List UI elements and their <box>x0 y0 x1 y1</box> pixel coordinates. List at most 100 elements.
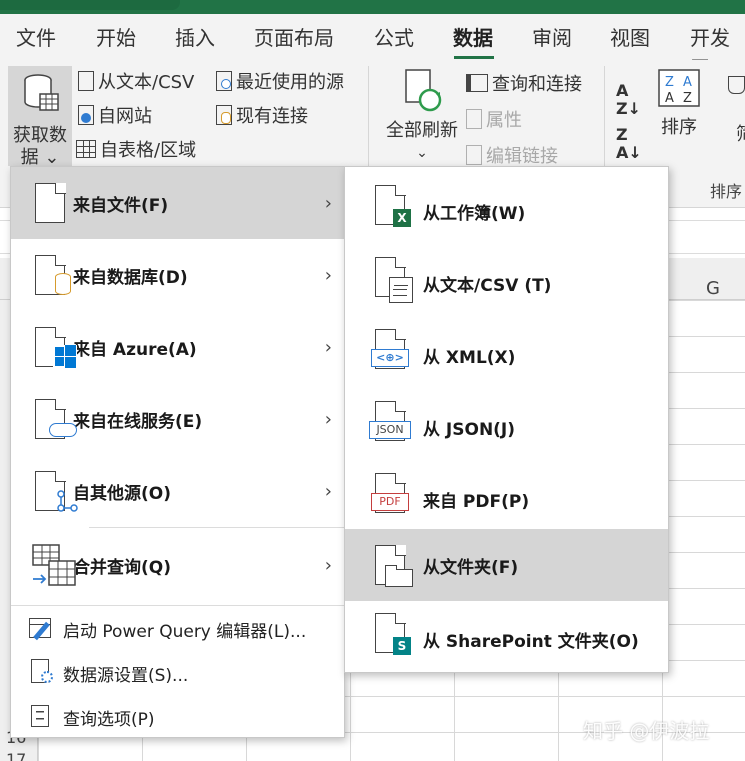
database-icon <box>11 239 73 311</box>
column-header-g[interactable]: G <box>706 278 720 299</box>
recent-sources-icon <box>216 71 232 91</box>
menu-divider <box>11 605 344 606</box>
properties-icon <box>466 109 482 129</box>
menu-item-label: 来自文件(F) <box>73 195 169 216</box>
submenu-item-from-json[interactable]: JSON 从 JSON(J) <box>345 391 668 463</box>
menu-item-query-options[interactable]: 查询选项(P) <box>11 695 344 739</box>
submenu-item-from-folder[interactable]: 从文件夹(F) <box>345 529 668 601</box>
sort-az-button[interactable]: A Z↓ <box>616 82 641 118</box>
submenu-item-from-pdf[interactable]: PDF 来自 PDF(P) <box>345 463 668 535</box>
menu-item-from-azure[interactable]: 来自 Azure(A) › <box>11 311 344 383</box>
submenu-item-label: 从 JSON(J) <box>423 419 516 440</box>
combine-queries-icon <box>11 529 76 601</box>
menu-item-data-source-settings[interactable]: 数据源设置(S)... <box>11 651 344 695</box>
recent-sources-label: 最近使用的源 <box>236 72 344 93</box>
menu-item-from-other-sources[interactable]: 自其他源(O) › <box>11 455 344 527</box>
submenu-item-label: 从 XML(X) <box>423 347 516 368</box>
sort-descending-icon: Z A↓ <box>616 125 642 162</box>
menu-item-label: 来自数据库(D) <box>73 267 188 288</box>
chevron-right-icon: › <box>324 336 332 358</box>
menu-item-label: 来自在线服务(E) <box>73 411 203 432</box>
xml-icon: <⊕> <box>345 319 423 391</box>
edit-links-label: 编辑链接 <box>486 146 558 167</box>
svg-text:A: A <box>683 75 692 90</box>
sort-group-label: 排序 <box>710 182 743 201</box>
filter-label-partial: 筛 <box>736 120 745 146</box>
menu-item-label: 数据源设置(S)... <box>63 665 189 686</box>
chevron-right-icon: › <box>324 192 332 214</box>
menu-item-from-online-services[interactable]: 来自在线服务(E) › <box>11 383 344 455</box>
sort-label: 排序 <box>661 117 697 138</box>
tab-home[interactable]: 开始 <box>96 22 136 51</box>
menu-item-label: 启动 Power Query 编辑器(L)... <box>63 621 307 642</box>
menu-item-label: 查询选项(P) <box>63 709 155 730</box>
menu-item-combine-queries[interactable]: 合并查询(Q) › <box>11 529 344 601</box>
tab-view[interactable]: 视图 <box>610 22 650 51</box>
chevron-right-icon: › <box>324 264 332 286</box>
table-icon <box>76 140 96 158</box>
submenu-item-from-text-csv[interactable]: 从文本/CSV (T) <box>345 247 668 319</box>
existing-connections-label: 现有连接 <box>236 106 308 127</box>
ribbon-tabs: 文件 开始 插入 页面布局 公式 数据 审阅 视图 开发工 <box>0 14 745 79</box>
get-data-menu: 来自文件(F) › 来自数据库(D) › 来自 Azure(A) › 来自在线服… <box>10 166 345 738</box>
svg-text:A: A <box>665 91 674 106</box>
ribbon-separator <box>604 66 605 166</box>
tab-data[interactable]: 数据 <box>453 22 493 51</box>
sharepoint-icon: S <box>345 603 423 675</box>
online-service-icon <box>11 383 77 455</box>
text-csv-icon <box>345 247 423 319</box>
filter-label: 筛 <box>736 120 745 146</box>
menu-item-launch-power-query[interactable]: 启动 Power Query 编辑器(L)... <box>11 607 344 651</box>
edit-links-button[interactable]: 编辑链接 <box>466 142 558 168</box>
tab-insert[interactable]: 插入 <box>175 22 215 51</box>
submenu-item-from-xml[interactable]: <⊕> 从 XML(X) <box>345 319 668 391</box>
ribbon-separator <box>368 66 369 166</box>
chevron-right-icon: › <box>324 408 332 430</box>
chevron-right-icon: › <box>324 480 332 502</box>
submenu-item-label: 从工作簿(W) <box>423 203 526 224</box>
from-table-button[interactable]: 自表格/区域 <box>76 136 196 162</box>
text-file-icon <box>78 71 94 91</box>
menu-divider <box>89 527 344 528</box>
properties-button[interactable]: 属性 <box>466 106 522 132</box>
submenu-item-label: 从文件夹(F) <box>423 557 519 578</box>
tab-formulas[interactable]: 公式 <box>374 22 414 51</box>
submenu-item-from-sharepoint-folder[interactable]: S 从 SharePoint 文件夹(O) <box>345 603 668 675</box>
query-options-icon <box>11 695 63 739</box>
queries-connections-label: 查询和连接 <box>492 74 582 95</box>
file-icon <box>11 167 73 239</box>
tab-review[interactable]: 审阅 <box>532 22 572 51</box>
submenu-item-from-workbook[interactable]: X 从工作簿(W) <box>345 175 668 247</box>
refresh-all-button[interactable]: 全部刷新 ⌄ <box>382 68 462 163</box>
sort-za-button[interactable]: Z A↓ <box>616 126 642 162</box>
menu-item-label: 来自 Azure(A) <box>73 339 197 360</box>
pdf-icon: PDF <box>345 463 423 535</box>
sort-button[interactable]: Z A A Z 排序 <box>654 68 704 143</box>
from-text-csv-button[interactable]: 从文本/CSV <box>78 68 194 94</box>
refresh-all-dropdown: ⌄ <box>416 145 428 161</box>
existing-connections-icon <box>216 105 232 125</box>
folder-icon <box>345 529 423 601</box>
tab-file[interactable]: 文件 <box>16 22 56 51</box>
recent-sources-button[interactable]: 最近使用的源 <box>216 68 344 94</box>
properties-label: 属性 <box>486 110 522 131</box>
queries-connections-button[interactable]: 查询和连接 <box>466 70 582 96</box>
submenu-item-label: 从 SharePoint 文件夹(O) <box>423 631 639 652</box>
queries-connections-icon <box>466 74 488 92</box>
get-data-button[interactable]: 获取数 据 ⌄ <box>8 66 72 168</box>
menu-item-from-file[interactable]: 来自文件(F) › <box>11 167 344 239</box>
filter-button-partial[interactable] <box>728 70 745 100</box>
existing-connections-button[interactable]: 现有连接 <box>216 102 308 128</box>
title-bar <box>0 0 745 14</box>
row-number-17[interactable]: 17 <box>6 750 26 761</box>
from-web-button[interactable]: 自网站 <box>78 102 152 128</box>
data-source-settings-icon <box>11 651 63 695</box>
from-web-label: 自网站 <box>98 106 152 127</box>
menu-item-from-database[interactable]: 来自数据库(D) › <box>11 239 344 311</box>
get-data-label-1: 获取数 <box>13 125 67 146</box>
svg-text:Z: Z <box>683 91 692 106</box>
tab-page-layout[interactable]: 页面布局 <box>254 22 334 51</box>
edit-links-icon <box>466 145 482 165</box>
menu-item-label: 合并查询(Q) <box>73 557 171 578</box>
sort-dialog-icon: Z A A Z <box>658 69 700 107</box>
